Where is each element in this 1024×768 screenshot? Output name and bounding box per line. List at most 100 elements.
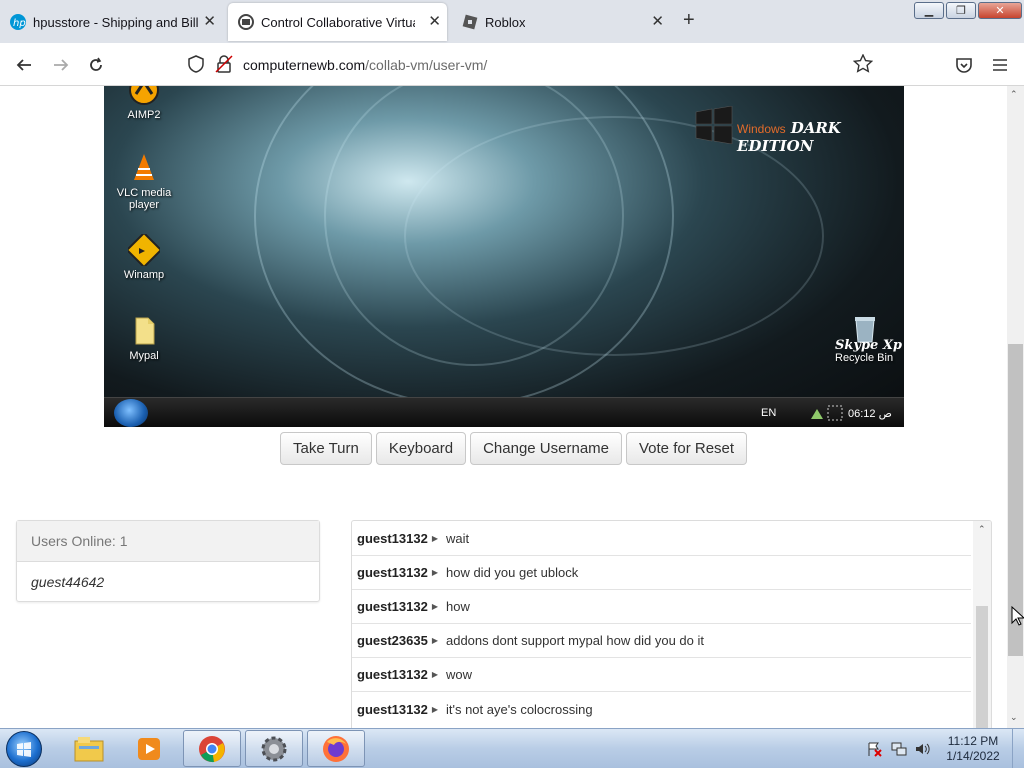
- url-text[interactable]: computernewb.com/collab-vm/user-vm/: [243, 57, 487, 73]
- windows-wordmark: Windows: [737, 122, 786, 136]
- new-tab-button[interactable]: +: [683, 10, 695, 30]
- chat-username[interactable]: guest13132: [357, 565, 428, 580]
- show-desktop-button[interactable]: [1012, 729, 1024, 768]
- chat-text: it's not aye's colocrossing: [445, 701, 593, 717]
- desktop-icon-aimp2[interactable]: AIMP2: [104, 86, 184, 121]
- menu-hamburger-icon[interactable]: [989, 54, 1011, 76]
- scroll-up-arrow-icon[interactable]: ⌃: [1010, 89, 1018, 100]
- insecure-lock-icon[interactable]: [215, 55, 233, 78]
- winamp-icon: [125, 231, 163, 269]
- keyboard-button[interactable]: Keyboard: [375, 432, 467, 465]
- chat-arrow-icon: ▶: [431, 704, 438, 714]
- taskbar-settings-button[interactable]: [245, 730, 303, 767]
- chat-username[interactable]: guest13132: [357, 531, 428, 546]
- windows-branding: Windows DARK EDITION: [737, 119, 904, 155]
- recycle-bin-label: Recycle Bin: [835, 352, 894, 364]
- tab-hpusstore[interactable]: hp hpusstore - Shipping and Billing ✕: [0, 3, 222, 41]
- clock-date: 1/14/2022: [946, 749, 1000, 763]
- tab-title: hpusstore - Shipping and Billing: [33, 14, 199, 30]
- url-bar[interactable]: computernewb.com/collab-vm/user-vm/: [180, 49, 880, 80]
- close-tab-icon[interactable]: ✕: [203, 14, 216, 29]
- desktop-icon-winamp[interactable]: Winamp: [104, 231, 184, 281]
- taskbar-media-player-button[interactable]: [120, 730, 178, 767]
- forward-arrow-icon[interactable]: [50, 54, 72, 76]
- close-window-button[interactable]: ✕: [978, 2, 1022, 19]
- chat-message: guest13132 ▶ wait: [352, 522, 971, 556]
- url-host: computernewb.com: [243, 57, 366, 73]
- page-content: AIMP2 VLC media player Winamp Mypal Wind…: [0, 86, 1007, 728]
- windows-start-button[interactable]: [6, 731, 42, 767]
- skype-xp-branding: Skype Xp: [835, 338, 903, 353]
- vote-reset-button[interactable]: Vote for Reset: [626, 432, 748, 465]
- users-online-header: Users Online: 1: [17, 521, 319, 562]
- chat-message: guest13132 ▶ how: [352, 590, 971, 624]
- scroll-down-arrow-icon[interactable]: ⌄: [1010, 712, 1018, 723]
- window-controls: ▁ ❐ ✕: [912, 2, 1022, 19]
- chat-arrow-icon: ▶: [431, 670, 438, 679]
- chat-scrollbar[interactable]: ⌃: [973, 521, 991, 728]
- vm-clock[interactable]: 06:12 ص: [848, 407, 892, 420]
- vm-screen[interactable]: AIMP2 VLC media player Winamp Mypal Wind…: [104, 86, 904, 427]
- system-clock[interactable]: 11:12 PM 1/14/2022: [940, 734, 1006, 764]
- bookmark-star-icon[interactable]: [852, 53, 874, 79]
- explorer-icon: [74, 736, 104, 761]
- chat-panel: guest13132 ▶ wait guest13132 ▶ how did you g…: [351, 520, 992, 728]
- reload-icon[interactable]: [85, 54, 107, 76]
- hp-logo-icon: hp: [10, 14, 26, 30]
- chevron-up-icon[interactable]: ⌃: [978, 524, 986, 535]
- taskbar-chrome-button[interactable]: [183, 730, 241, 767]
- taskbar-firefox-button[interactable]: [307, 730, 365, 767]
- minimize-button[interactable]: ▁: [914, 2, 944, 19]
- roblox-icon: [462, 14, 478, 30]
- vm-start-button[interactable]: [114, 399, 148, 427]
- chat-text: wow: [445, 667, 472, 682]
- close-tab-icon[interactable]: ✕: [651, 14, 664, 29]
- collabvm-icon: [238, 14, 254, 30]
- vm-taskbar: EN 06:12 ص: [104, 397, 904, 427]
- url-path: /collab-vm/user-vm/: [365, 57, 488, 73]
- restore-button[interactable]: ❐: [946, 2, 976, 19]
- tab-title: Control Collaborative Virtual M: [261, 14, 415, 30]
- tab-title: Roblox: [485, 14, 526, 30]
- action-center-flag-icon[interactable]: [866, 741, 882, 757]
- browser-tab-strip: hp hpusstore - Shipping and Billing ✕ Co…: [0, 0, 1024, 43]
- chat-message: guest23635 ▶ addons dont support mypal how…: [352, 624, 971, 658]
- close-tab-icon[interactable]: ✕: [428, 14, 441, 29]
- desktop-icon-vlc[interactable]: VLC media player: [104, 152, 184, 211]
- mouse-cursor-icon: [1011, 606, 1024, 626]
- chat-username[interactable]: guest23635: [357, 633, 428, 648]
- aimp-icon: [128, 86, 160, 106]
- svg-text:hp: hp: [13, 18, 26, 29]
- folder-icon: [128, 315, 160, 347]
- take-turn-button[interactable]: Take Turn: [280, 432, 372, 465]
- volume-speaker-icon[interactable]: [914, 741, 930, 757]
- chat-username[interactable]: guest13132: [357, 599, 428, 614]
- desktop-icon-mypal[interactable]: Mypal: [104, 315, 184, 362]
- chat-username[interactable]: guest13132: [357, 667, 428, 682]
- chat-text: addons dont support mypal how did you do…: [445, 633, 704, 648]
- taskbar-explorer-button[interactable]: [60, 730, 118, 767]
- page-scrollbar[interactable]: ⌃ ⌄: [1007, 86, 1024, 728]
- chat-text: how: [445, 599, 470, 614]
- chat-scroll-thumb[interactable]: [976, 606, 988, 728]
- chat-arrow-icon: ▶: [431, 636, 438, 645]
- tracking-shield-icon[interactable]: [187, 55, 205, 78]
- user-list-item[interactable]: guest44642: [17, 562, 319, 602]
- chat-message: guest13132 ▶ it's not aye's colocrossing: [352, 692, 971, 726]
- vm-network-icon[interactable]: [809, 405, 825, 426]
- vm-language-indicator[interactable]: EN: [761, 407, 776, 419]
- chat-text: how did you get ublock: [445, 565, 579, 580]
- clock-time: 11:12 PM: [947, 734, 999, 748]
- network-icon[interactable]: [891, 741, 907, 757]
- desktop-icon-label: AIMP2: [127, 109, 161, 121]
- chat-text: wait: [445, 531, 470, 546]
- desktop-icon-label: Winamp: [123, 269, 165, 281]
- vm-tray-grid-icon[interactable]: [827, 405, 843, 426]
- back-arrow-icon[interactable]: [13, 54, 35, 76]
- tab-roblox[interactable]: Roblox ✕: [452, 3, 670, 41]
- chat-username[interactable]: guest13132: [357, 702, 428, 717]
- pocket-icon[interactable]: [953, 54, 975, 76]
- change-username-button[interactable]: Change Username: [470, 432, 622, 465]
- chat-arrow-icon: ▶: [431, 602, 438, 611]
- tab-collabvm[interactable]: Control Collaborative Virtual M ✕: [228, 3, 447, 41]
